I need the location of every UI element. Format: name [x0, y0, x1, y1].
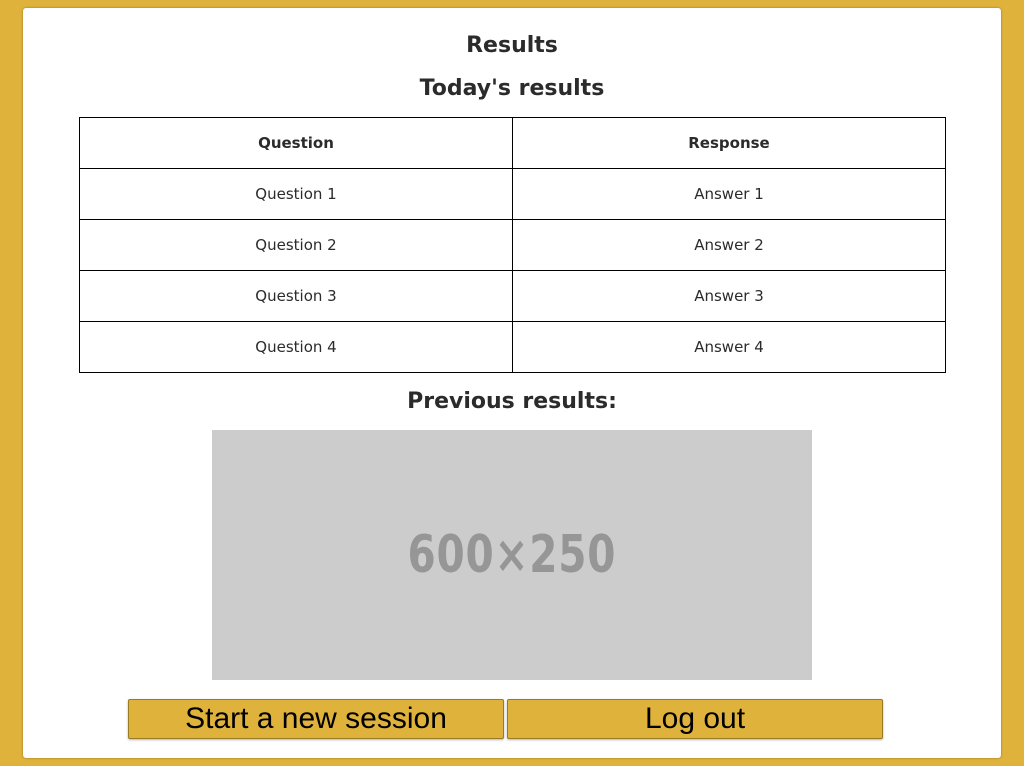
table-row: Question 2 Answer 2 — [79, 219, 946, 271]
page-title: Results — [466, 33, 558, 58]
table-row: Question 1 Answer 1 — [79, 168, 946, 220]
column-header-question: Question — [79, 117, 513, 169]
table-row: Question 4 Answer 4 — [79, 321, 946, 373]
column-header-response: Response — [512, 117, 946, 169]
question-cell: Question 1 — [79, 168, 513, 220]
table-header-row: Question Response — [79, 117, 946, 169]
placeholder-dimensions-label: 600×250 — [407, 525, 617, 585]
previous-results-heading: Previous results: — [407, 389, 617, 414]
results-table: Question Response Question 1 Answer 1 Qu… — [79, 117, 946, 373]
response-cell: Answer 2 — [512, 219, 946, 271]
results-card: Results Today's results Question Respons… — [23, 8, 1001, 758]
question-cell: Question 3 — [79, 270, 513, 322]
question-cell: Question 2 — [79, 219, 513, 271]
response-cell: Answer 4 — [512, 321, 946, 373]
start-new-session-button[interactable]: Start a new session — [128, 699, 504, 739]
todays-results-heading: Today's results — [419, 76, 605, 101]
table-row: Question 3 Answer 3 — [79, 270, 946, 322]
previous-results-image: 600×250 — [212, 430, 812, 680]
response-cell: Answer 3 — [512, 270, 946, 322]
logout-button[interactable]: Log out — [507, 699, 883, 739]
response-cell: Answer 1 — [512, 168, 946, 220]
question-cell: Question 4 — [79, 321, 513, 373]
